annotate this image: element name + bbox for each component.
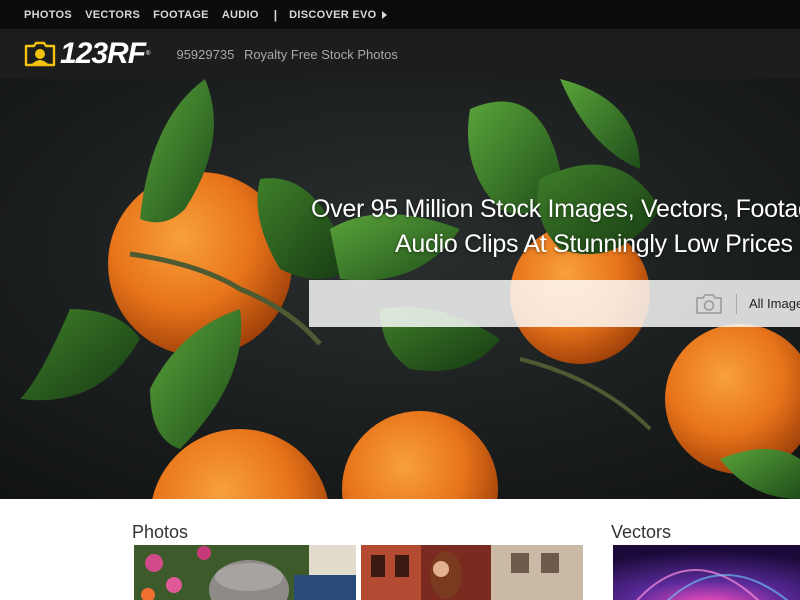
hero-title-line-2: Audio Clips At Stunningly Low Prices xyxy=(395,230,793,258)
logo-text: 123RF xyxy=(60,37,146,70)
tagline: 95929735 Royalty Free Stock Photos xyxy=(176,47,397,62)
camera-search-button[interactable] xyxy=(694,291,724,317)
triangle-right-icon xyxy=(382,10,388,19)
logo[interactable]: 123RF ® xyxy=(24,39,150,69)
logo-registered-mark: ® xyxy=(146,51,151,57)
nav-audio-link[interactable]: AUDIO xyxy=(222,9,259,21)
vector-thumbnail-image xyxy=(613,545,800,600)
search-divider xyxy=(736,293,737,314)
site-header: 123RF ® 95929735 Royalty Free Stock Phot… xyxy=(0,29,800,79)
vector-thumbnail[interactable] xyxy=(613,545,800,600)
nav-vectors-link[interactable]: VECTORS xyxy=(85,9,140,21)
search-bar: All Images xyxy=(309,280,800,327)
search-scope-dropdown[interactable]: All Images xyxy=(749,296,800,311)
tagline-text: Royalty Free Stock Photos xyxy=(243,46,398,62)
camera-search-icon xyxy=(696,293,722,314)
top-nav: PHOTOS VECTORS FOOTAGE AUDIO | DISCOVER … xyxy=(0,0,800,29)
photos-section-title: Photos xyxy=(132,522,189,542)
photo-thumbnail-image xyxy=(361,545,583,600)
photo-thumbnail[interactable] xyxy=(361,545,583,600)
hero-title-line-1: Over 95 Million Stock Images, Vectors, F… xyxy=(311,195,800,223)
nav-photos-link[interactable]: PHOTOS xyxy=(24,9,72,21)
photo-thumbnail-image xyxy=(134,545,356,600)
camera-logo-icon xyxy=(24,41,56,67)
vectors-section-title: Vectors xyxy=(611,522,672,542)
nav-separator: | xyxy=(273,7,278,22)
image-count: 95929735 xyxy=(176,46,235,62)
nav-discover-evo-link[interactable]: DISCOVER EVO xyxy=(289,9,376,21)
nav-footage-link[interactable]: FOOTAGE xyxy=(153,9,209,21)
hero-banner: Over 95 Million Stock Images, Vectors, F… xyxy=(0,79,800,499)
photo-thumbnail[interactable] xyxy=(134,545,356,600)
search-input[interactable] xyxy=(309,280,694,327)
